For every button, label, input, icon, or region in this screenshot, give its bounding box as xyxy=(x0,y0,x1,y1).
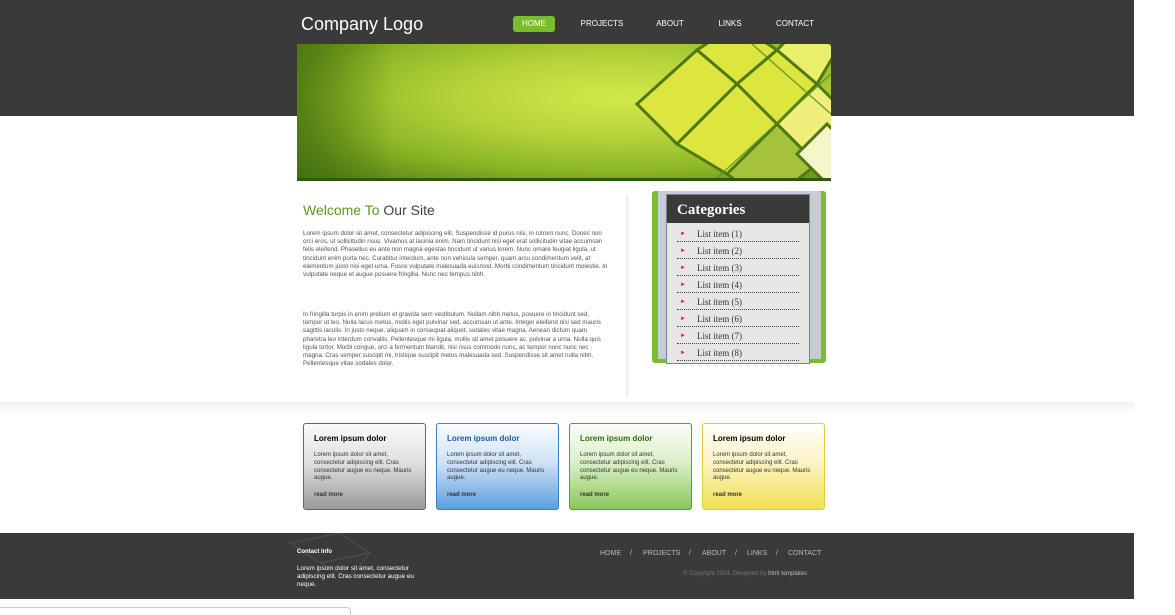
category-item-label: List item (1) xyxy=(697,229,742,239)
category-item-4[interactable]: ► List item (4) xyxy=(677,276,799,293)
footer-contact-text: Lorem ipsum dolor sit amet, consectetur … xyxy=(297,565,414,588)
read-more-link[interactable]: read more xyxy=(713,492,742,498)
designer-link[interactable]: html templates xyxy=(768,571,807,577)
category-item-3[interactable]: ► List item (3) xyxy=(677,259,799,276)
feature-card-1: Lorem ipsum dolor Lorem ipsum dolor sit … xyxy=(303,423,426,510)
read-more-link[interactable]: read more xyxy=(314,492,343,498)
feature-card-4: Lorem ipsum dolor Lorem ipsum dolor sit … xyxy=(702,423,825,510)
bullet-arrow-icon: ► xyxy=(680,231,686,237)
intro-paragraph-1: Lorem ipsum dolor sit amet, consectetur … xyxy=(303,230,608,279)
card-body: Lorem ipsum dolor sit amet, consectetur … xyxy=(447,452,545,482)
intro-paragraph-2: In fringilla turpis in enim pretium et g… xyxy=(303,311,601,368)
category-item-label: List item (5) xyxy=(697,297,742,307)
bullet-arrow-icon: ► xyxy=(680,350,686,356)
bullet-arrow-icon: ► xyxy=(680,333,686,339)
welcome-heading-rest: Our Site xyxy=(383,202,435,218)
read-more-link[interactable]: read more xyxy=(447,492,476,498)
categories-title: Categories xyxy=(667,195,809,223)
category-item-2[interactable]: ► List item (2) xyxy=(677,242,799,259)
bullet-arrow-icon: ► xyxy=(680,299,686,305)
category-item-label: List item (6) xyxy=(697,314,742,324)
category-item-label: List item (8) xyxy=(697,348,742,358)
hero-banner xyxy=(297,44,831,181)
category-item-5[interactable]: ► List item (5) xyxy=(677,293,799,310)
nav-projects[interactable]: PROJECTS xyxy=(578,16,626,32)
feature-card-2: Lorem ipsum dolor Lorem ipsum dolor sit … xyxy=(436,423,559,510)
card-body: Lorem ipsum dolor sit amet, consectetur … xyxy=(713,452,811,482)
nav-contact[interactable]: CONTACT xyxy=(773,16,817,32)
nav-home[interactable]: HOME xyxy=(513,16,555,32)
bullet-arrow-icon: ► xyxy=(680,316,686,322)
footer xyxy=(0,533,1134,599)
card-title: Lorem ipsum dolor xyxy=(447,434,520,443)
copyright-text: © Copyright 2014. Designed by html templ… xyxy=(683,571,807,577)
nav-links[interactable]: LINKS xyxy=(714,16,746,32)
feature-band xyxy=(0,402,1134,532)
category-item-label: List item (2) xyxy=(697,246,742,256)
card-title: Lorem ipsum dolor xyxy=(314,434,387,443)
category-item-7[interactable]: ► List item (7) xyxy=(677,327,799,344)
card-body: Lorem ipsum dolor sit amet, consectetur … xyxy=(580,452,678,482)
footer-nav-separator: / xyxy=(630,550,632,557)
welcome-heading: Welcome To Our Site xyxy=(303,202,435,218)
nav-about[interactable]: ABOUT xyxy=(652,16,688,32)
welcome-heading-accent: Welcome To xyxy=(303,202,380,218)
feature-card-3: Lorem ipsum dolor Lorem ipsum dolor sit … xyxy=(569,423,692,510)
footer-nav-links[interactable]: LINKS xyxy=(747,550,767,557)
footer-nav-contact[interactable]: CONTACT xyxy=(788,550,821,557)
categories-panel: Categories ► List item (1) ► List item (2)… xyxy=(666,194,810,364)
main-nav: HOME PROJECTS ABOUT LINKS CONTACT xyxy=(0,16,1134,36)
category-item-label: List item (4) xyxy=(697,280,742,290)
bullet-arrow-icon: ► xyxy=(680,282,686,288)
card-title: Lorem ipsum dolor xyxy=(713,434,786,443)
bullet-arrow-icon: ► xyxy=(680,265,686,271)
copyright-label: © Copyright 2014. Designed by xyxy=(683,571,767,577)
category-item-1[interactable]: ► List item (1) xyxy=(677,225,799,242)
footer-nav-separator: / xyxy=(689,550,691,557)
read-more-link[interactable]: read more xyxy=(580,492,609,498)
category-item-label: List item (7) xyxy=(697,331,742,341)
category-item-8[interactable]: ► List item (8) xyxy=(677,344,799,361)
category-item-label: List item (3) xyxy=(697,263,742,273)
footer-nav-home[interactable]: HOME xyxy=(600,550,621,557)
content-divider xyxy=(626,196,630,396)
footer-nav-about[interactable]: ABOUT xyxy=(702,550,726,557)
footer-nav-separator: / xyxy=(776,550,778,557)
card-body: Lorem ipsum dolor sit amet, consectetur … xyxy=(314,452,412,482)
footer-nav-separator: / xyxy=(735,550,737,557)
category-item-6[interactable]: ► List item (6) xyxy=(677,310,799,327)
card-title: Lorem ipsum dolor xyxy=(580,434,653,443)
bullet-arrow-icon: ► xyxy=(680,248,686,254)
diamond-pattern-graphic xyxy=(297,44,831,178)
footer-nav-projects[interactable]: PROJECTS xyxy=(643,550,680,557)
footer-contact-title: Contact info xyxy=(297,549,332,555)
